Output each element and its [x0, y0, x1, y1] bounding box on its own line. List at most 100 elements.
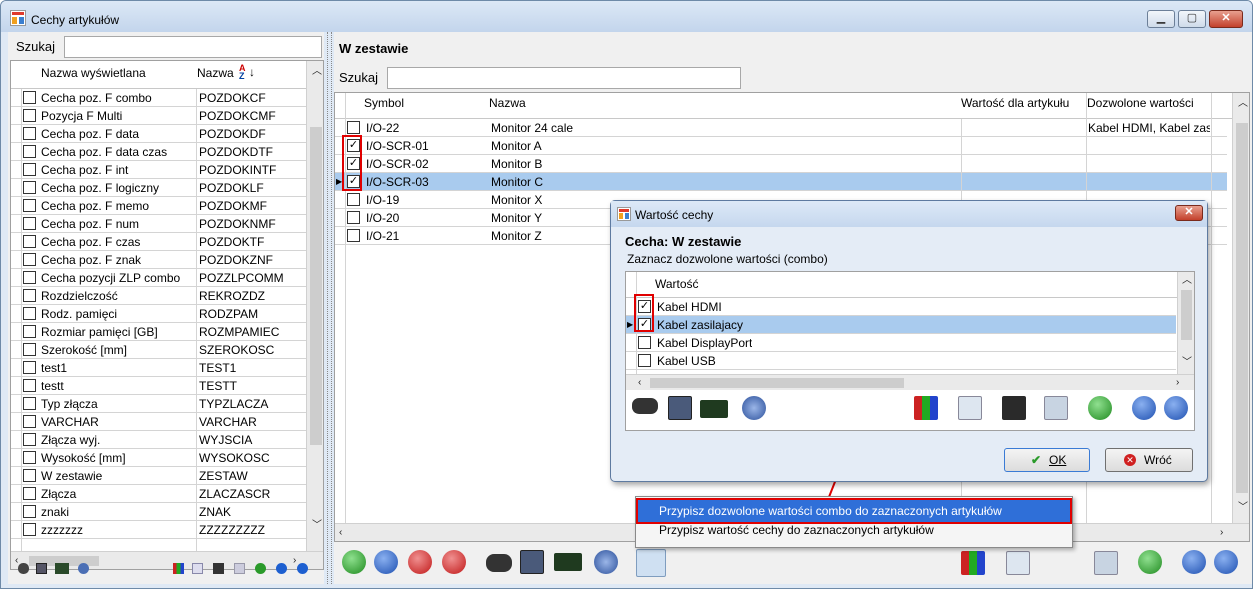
- row-checkbox[interactable]: [347, 121, 360, 134]
- row-checkbox[interactable]: [23, 415, 36, 428]
- gears-icon[interactable]: [78, 563, 89, 574]
- document-icon[interactable]: [958, 396, 982, 420]
- list-item[interactable]: Kabel DisplayPort: [626, 334, 1176, 352]
- table-row[interactable]: ✓ I/O-SCR-02 Monitor B: [335, 155, 1227, 173]
- row-checkbox[interactable]: [23, 505, 36, 518]
- gears-icon[interactable]: [742, 396, 766, 420]
- dialog-horizontal-scrollbar[interactable]: ‹ ›: [626, 374, 1194, 390]
- first-record-icon[interactable]: [1182, 550, 1206, 574]
- right-search-input[interactable]: [387, 67, 741, 89]
- formula-icon[interactable]: [55, 563, 69, 574]
- left-vertical-scrollbar[interactable]: ︿ ﹀: [306, 61, 323, 551]
- table-row[interactable]: Typ złącza TYPZLACZA: [11, 395, 306, 413]
- refresh-icon[interactable]: [1138, 550, 1162, 574]
- chart-icon[interactable]: [961, 551, 985, 575]
- cancel-button[interactable]: ✕ Wróć: [1105, 448, 1193, 472]
- table-row[interactable]: Cecha poz. F num POZDOKNMF: [11, 215, 306, 233]
- binoculars-icon[interactable]: [632, 398, 658, 414]
- row-checkbox[interactable]: [347, 193, 360, 206]
- scroll-down-icon[interactable]: ﹀: [312, 521, 322, 531]
- table-row[interactable]: Cecha poz. F data czas POZDOKDTF: [11, 143, 306, 161]
- scroll-right-icon[interactable]: ›: [293, 556, 296, 566]
- copy-icon[interactable]: [1044, 396, 1068, 420]
- first-record-icon[interactable]: [1132, 396, 1156, 420]
- row-checkbox[interactable]: [23, 379, 36, 392]
- formula-icon[interactable]: [554, 553, 582, 571]
- list-item[interactable]: Kabel USB: [626, 352, 1176, 370]
- last-record-icon[interactable]: [1164, 396, 1188, 420]
- chart-icon[interactable]: [914, 396, 938, 420]
- gears-icon[interactable]: [594, 550, 618, 574]
- formula-icon[interactable]: [700, 400, 728, 418]
- row-checkbox[interactable]: [23, 199, 36, 212]
- table-row[interactable]: Cecha poz. F combo POZDOKCF: [11, 89, 306, 107]
- save-icon[interactable]: [213, 563, 224, 574]
- document-icon[interactable]: [192, 563, 203, 574]
- table-row[interactable]: Szerokość [mm] SZEROKOSC: [11, 341, 306, 359]
- row-checkbox[interactable]: [23, 307, 36, 320]
- item-checkbox[interactable]: [638, 354, 651, 367]
- col-symbol-header[interactable]: Symbol: [364, 96, 404, 110]
- row-checkbox[interactable]: [23, 289, 36, 302]
- ok-button[interactable]: ✔ OK: [1004, 448, 1090, 472]
- table-row[interactable]: Rozdzielczość REKROZDZ: [11, 287, 306, 305]
- item-checkbox[interactable]: [638, 336, 651, 349]
- menu-item-assign-value[interactable]: Przypisz wartość cechy do zaznaczonych a…: [638, 519, 1070, 541]
- scroll-left-icon[interactable]: ‹: [339, 528, 342, 538]
- edit-icon[interactable]: [374, 550, 398, 574]
- table-row[interactable]: VARCHAR VARCHAR: [11, 413, 306, 431]
- table-row[interactable]: Cecha poz. F znak POZDOKZNF: [11, 251, 306, 269]
- dialog-close-button[interactable]: ✕: [1175, 205, 1203, 221]
- table-row[interactable]: ▶ ✓ I/O-SCR-03 Monitor C: [335, 173, 1227, 191]
- refresh-icon[interactable]: [1088, 396, 1112, 420]
- right-vscroll-thumb[interactable]: [1236, 123, 1248, 493]
- left-col-name-header[interactable]: Nazwa wyświetlana: [41, 66, 146, 80]
- columns-icon[interactable]: [36, 563, 47, 574]
- first-record-icon[interactable]: [276, 563, 287, 574]
- table-row[interactable]: Złącza wyj. WYJSCIA: [11, 431, 306, 449]
- delete-checked-icon[interactable]: [442, 550, 466, 574]
- table-row[interactable]: Pozycja F Multi POZDOKCMF: [11, 107, 306, 125]
- scroll-down-icon[interactable]: ﹀: [1182, 358, 1192, 368]
- list-item[interactable]: ✓ Kabel HDMI: [626, 298, 1176, 316]
- row-checkbox[interactable]: [347, 229, 360, 242]
- table-row[interactable]: I/O-22 Monitor 24 cale Kabel HDMI, Kabel z…: [335, 119, 1227, 137]
- left-search-input[interactable]: [64, 36, 322, 58]
- dialog-vertical-scrollbar[interactable]: ︿ ﹀: [1177, 272, 1194, 374]
- row-checkbox[interactable]: [23, 397, 36, 410]
- table-row[interactable]: testt TESTT: [11, 377, 306, 395]
- binoculars-icon[interactable]: [18, 563, 29, 574]
- scroll-up-icon[interactable]: ︿: [1238, 99, 1248, 109]
- minimize-button[interactable]: ▁: [1147, 10, 1175, 28]
- table-row[interactable]: Rodz. pamięci RODZPAM: [11, 305, 306, 323]
- binoculars-icon[interactable]: [486, 554, 512, 572]
- scroll-right-icon[interactable]: ›: [1220, 528, 1223, 538]
- table-row[interactable]: test1 TEST1: [11, 359, 306, 377]
- table-row[interactable]: zzzzzzz ZZZZZZZZZ: [11, 521, 306, 539]
- row-checkbox[interactable]: [23, 163, 36, 176]
- close-button[interactable]: ✕: [1209, 10, 1243, 28]
- table-row[interactable]: Rozmiar pamięci [GB] ROZMPAMIEC: [11, 323, 306, 341]
- row-checkbox[interactable]: [23, 253, 36, 266]
- row-checkbox[interactable]: [23, 343, 36, 356]
- row-checkbox[interactable]: [23, 217, 36, 230]
- columns-icon[interactable]: [520, 550, 544, 574]
- maximize-button[interactable]: ▢: [1178, 10, 1206, 28]
- row-checkbox[interactable]: [23, 109, 36, 122]
- splitter[interactable]: [327, 32, 332, 584]
- document-icon[interactable]: [1006, 551, 1030, 575]
- row-checkbox[interactable]: [23, 361, 36, 374]
- multi-assign-button[interactable]: [636, 549, 666, 577]
- left-col-code-header[interactable]: Nazwa: [197, 66, 234, 80]
- table-row[interactable]: Cecha poz. F czas POZDOKTF: [11, 233, 306, 251]
- table-row[interactable]: Cecha poz. F logiczny POZDOKLF: [11, 179, 306, 197]
- col-name-header[interactable]: Nazwa: [489, 96, 526, 110]
- row-checkbox[interactable]: [23, 235, 36, 248]
- table-row[interactable]: Cecha poz. F data POZDOKDF: [11, 125, 306, 143]
- row-checkbox[interactable]: [23, 469, 36, 482]
- add-icon[interactable]: [342, 550, 366, 574]
- scroll-right-icon[interactable]: ›: [1176, 378, 1179, 388]
- table-row[interactable]: ✓ I/O-SCR-01 Monitor A: [335, 137, 1227, 155]
- row-checkbox[interactable]: [23, 271, 36, 284]
- dialog-hscroll-thumb[interactable]: [650, 378, 904, 388]
